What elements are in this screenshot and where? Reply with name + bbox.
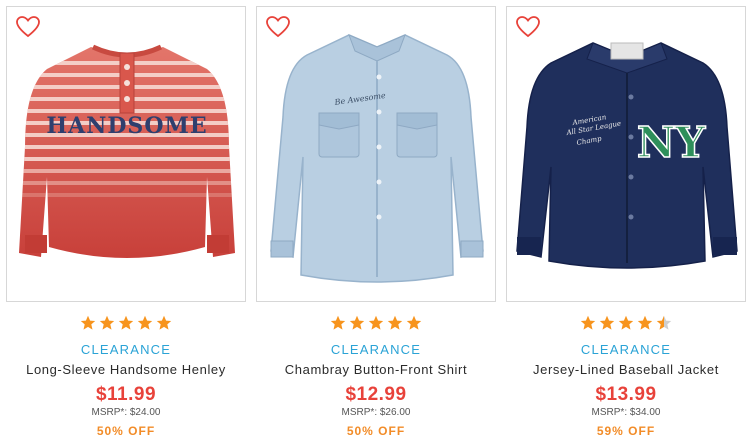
product-image-link[interactable]: American All Star League Champ NY xyxy=(506,6,746,302)
product-name-link[interactable]: Long-Sleeve Handsome Henley xyxy=(6,362,246,377)
sale-price: $12.99 xyxy=(345,384,407,405)
heart-outline-icon[interactable] xyxy=(515,15,541,39)
clearance-badge: CLEARANCE xyxy=(580,342,672,357)
star-half-icon xyxy=(656,315,672,330)
discount-percent: 50% OFF xyxy=(346,424,406,438)
star-filled-icon xyxy=(137,315,153,330)
product-image-link[interactable]: HANDSOME xyxy=(6,6,246,302)
star-filled-icon xyxy=(368,315,384,330)
clearance-badge: CLEARANCE xyxy=(330,342,422,357)
msrp-price: MSRP*: $26.00 xyxy=(341,407,411,418)
msrp-price: MSRP*: $24.00 xyxy=(91,407,161,418)
product-card[interactable]: Be Awesome CLEARANCE Chambray Button-Fro… xyxy=(256,6,496,442)
product-image-link[interactable]: Be Awesome xyxy=(256,6,496,302)
star-filled-icon xyxy=(349,315,365,330)
product-image-chambray-shirt: Be Awesome xyxy=(270,34,484,283)
star-filled-icon xyxy=(80,315,96,330)
star-filled-icon xyxy=(637,315,653,330)
sale-price: $11.99 xyxy=(95,384,157,405)
product-grid: HANDSOME CLEARANCE Long-Sleeve Handsome … xyxy=(6,6,746,442)
star-filled-icon xyxy=(99,315,115,330)
product-name-link[interactable]: Jersey-Lined Baseball Jacket xyxy=(506,362,746,377)
star-rating xyxy=(6,315,246,333)
msrp-price: MSRP*: $34.00 xyxy=(591,407,661,418)
star-filled-icon xyxy=(599,315,615,330)
product-image-baseball-jacket: American All Star League Champ NY xyxy=(516,42,738,269)
star-filled-icon xyxy=(387,315,403,330)
star-filled-icon xyxy=(330,315,346,330)
star-filled-icon xyxy=(156,315,172,330)
product-image-henley: HANDSOME xyxy=(19,44,235,258)
star-filled-icon xyxy=(118,315,134,330)
discount-percent: 50% OFF xyxy=(96,424,156,438)
star-filled-icon xyxy=(580,315,596,330)
star-rating xyxy=(256,315,496,333)
shirt-graphic-text: NY xyxy=(637,118,706,167)
heart-outline-icon[interactable] xyxy=(15,15,41,39)
discount-percent: 59% OFF xyxy=(596,424,656,438)
clearance-badge: CLEARANCE xyxy=(80,342,172,357)
product-card[interactable]: American All Star League Champ NY CLEARA… xyxy=(506,6,746,442)
heart-outline-icon[interactable] xyxy=(265,15,291,39)
shirt-graphic-text: HANDSOME xyxy=(46,113,207,139)
star-rating xyxy=(506,315,746,333)
star-filled-icon xyxy=(618,315,634,330)
sale-price: $13.99 xyxy=(595,384,657,405)
product-name-link[interactable]: Chambray Button-Front Shirt xyxy=(256,362,496,377)
star-filled-icon xyxy=(406,315,422,330)
product-card[interactable]: HANDSOME CLEARANCE Long-Sleeve Handsome … xyxy=(6,6,246,442)
